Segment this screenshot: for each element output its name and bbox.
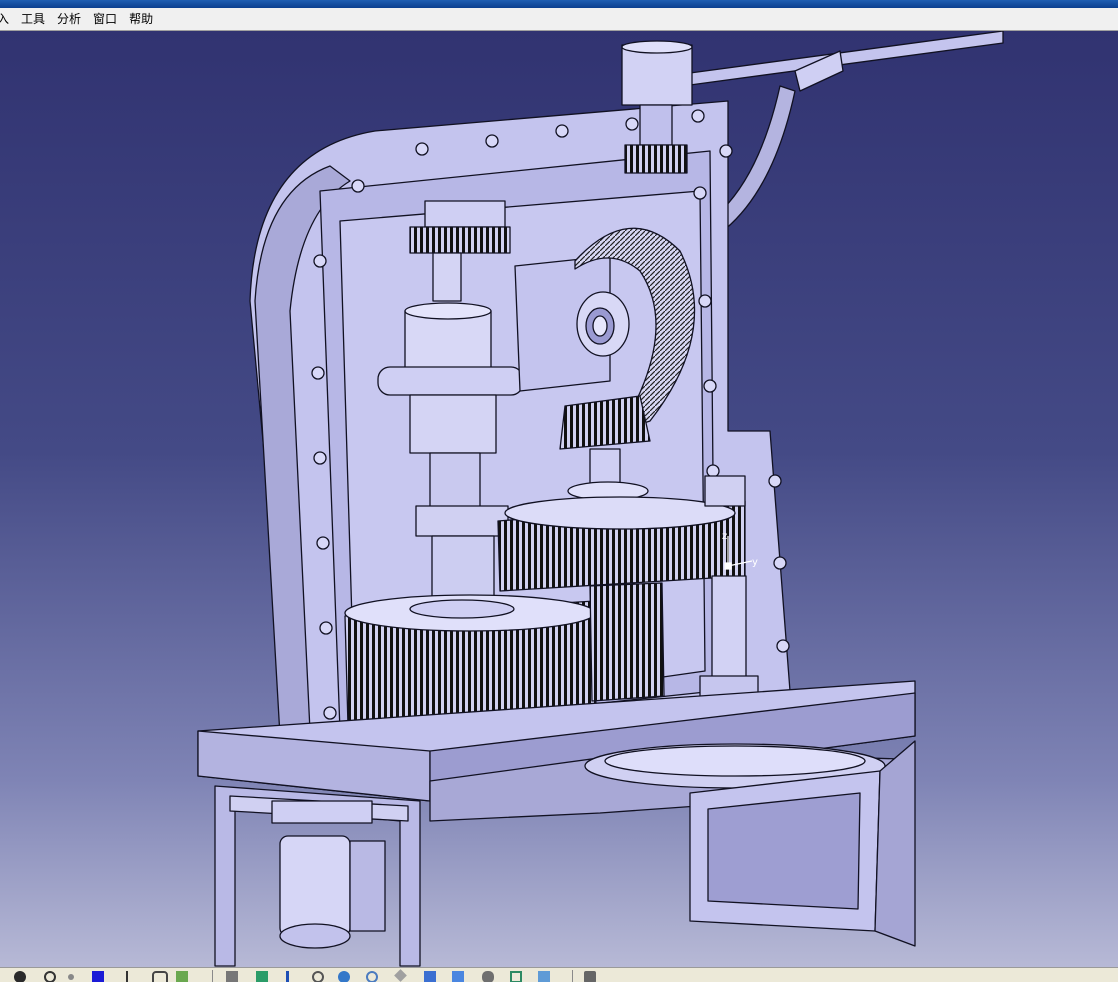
3d-viewport[interactable]: z y — [0, 31, 1118, 967]
menu-start-partial[interactable]: 入 — [0, 9, 15, 29]
globe-icon[interactable] — [338, 971, 350, 982]
top-cylinder — [621, 44, 693, 106]
lever-arm — [689, 31, 1004, 86]
menu-analysis[interactable]: 分析 — [51, 9, 87, 29]
bottom-toolbar — [0, 967, 1118, 982]
window-icon[interactable] — [538, 971, 550, 982]
axis-y-label: y — [752, 557, 758, 568]
frame-icon[interactable] — [510, 971, 522, 982]
cylinder-icon[interactable] — [482, 971, 494, 982]
cut-icon[interactable] — [226, 971, 238, 982]
menu-tools[interactable]: 工具 — [15, 9, 51, 29]
clip-icon[interactable] — [152, 971, 168, 982]
doc-icon[interactable] — [176, 971, 188, 982]
search-icon[interactable] — [44, 971, 56, 982]
link-icon[interactable] — [312, 971, 324, 982]
right-shaft — [711, 575, 747, 687]
menu-bar: 入 工具 分析 窗口 帮助 — [0, 8, 1118, 31]
blue-square-icon[interactable] — [92, 971, 104, 982]
flange — [377, 366, 524, 396]
undo-icon[interactable] — [14, 971, 26, 982]
camera-icon[interactable] — [584, 971, 596, 982]
cad-model-drawing: z y — [197, 31, 1004, 967]
cube2-icon[interactable] — [452, 971, 464, 982]
upper-hub — [404, 310, 492, 370]
zoom-icon[interactable] — [366, 971, 378, 982]
dot-icon[interactable] — [68, 974, 74, 980]
shape-icon[interactable] — [394, 969, 407, 982]
menu-help[interactable]: 帮助 — [123, 9, 159, 29]
axis-z-label: z — [722, 531, 727, 542]
motor — [279, 835, 351, 937]
title-bar-strip — [0, 0, 1118, 8]
gear-lower-small — [589, 582, 665, 702]
cube-icon[interactable] — [424, 971, 436, 982]
vertical-arrow-icon[interactable] — [286, 971, 289, 982]
menu-window[interactable]: 窗口 — [87, 9, 123, 29]
arrow-icon[interactable] — [126, 971, 140, 982]
table-icon[interactable] — [256, 971, 268, 982]
